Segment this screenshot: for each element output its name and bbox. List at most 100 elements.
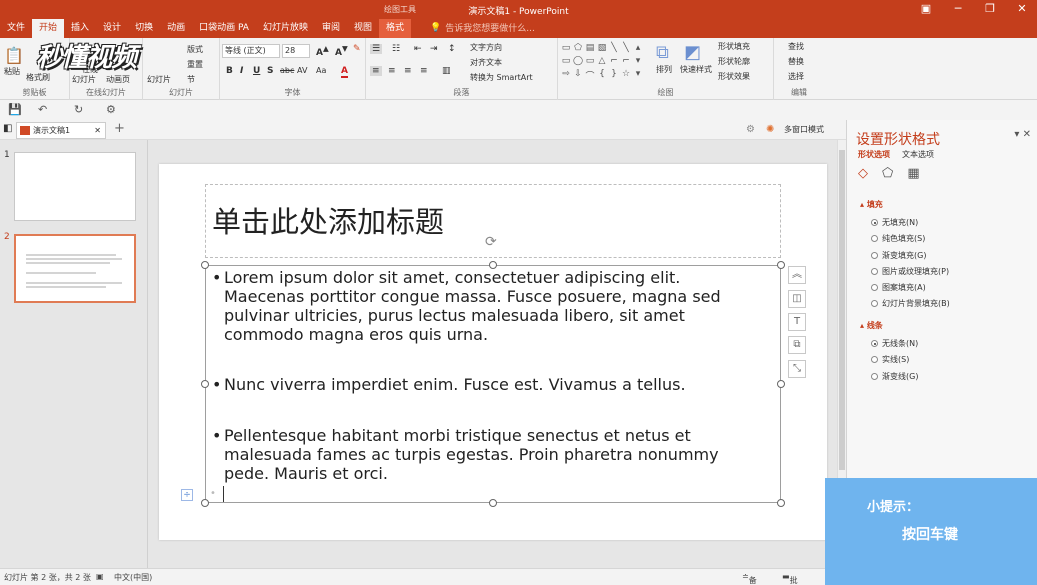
new-tab-icon[interactable]: + [114,121,125,136]
fill-line-icon[interactable]: ◇ [858,166,868,181]
autofit-icon[interactable]: ÷ [181,489,193,501]
char-spacing-icon[interactable]: AV [297,66,307,75]
tab-format[interactable]: 格式 [379,19,412,38]
bold-icon[interactable]: B [226,66,233,76]
save-icon[interactable]: 💾 [8,103,22,116]
tab-review[interactable]: 审阅 [315,19,347,38]
pane-icon[interactable]: ◧ [3,123,12,134]
tab-design[interactable]: 设计 [96,19,128,38]
align-center-icon[interactable]: ≡ [388,66,396,76]
align-right-icon[interactable]: ≡ [404,66,412,76]
redo-icon[interactable]: ↻ [74,103,83,116]
convert-smartart-button[interactable]: 转换为 SmartArt [470,72,533,83]
pane-options-icon[interactable]: ▾ [1014,129,1019,140]
shape-effects-button[interactable]: 形状效果 [718,71,750,82]
animation-page-button[interactable]: 动画页 [106,74,130,85]
reset-button[interactable]: 重置 [187,59,203,70]
find-button[interactable]: 查找 [788,41,804,52]
slide-thumbnail-1[interactable] [14,152,136,221]
clear-format-icon[interactable]: ✎ [353,44,361,54]
spellcheck-icon[interactable]: ▣ [96,572,104,581]
radio-no-fill[interactable]: 无填充(N) [871,217,918,228]
shapes-gallery[interactable]: ▭ ⬠ ▤ ▧ ╲ ╲ ▴ ▭ ◯ ▭ △ ⌐ ⌐ ▾ ⇨ ⇩ ⌒{} ☆ ▾ [560,43,644,83]
select-button[interactable]: 选择 [788,71,804,82]
resize-handle[interactable] [201,261,209,269]
underline-icon[interactable]: U [253,66,260,76]
rotate-handle-icon[interactable]: ⟳ [485,234,497,250]
change-case-icon[interactable]: Aa [316,66,326,75]
pane-close-icon[interactable]: ✕ [1023,129,1031,140]
duplicate-icon[interactable]: ⧉ [788,336,806,354]
justify-icon[interactable]: ≡ [420,66,428,76]
layout-options-icon[interactable]: ◫ [788,290,806,308]
paste-icon[interactable]: 📋 [4,46,24,65]
new-slide-button[interactable]: 幻灯片 [147,74,171,85]
resize-handle[interactable] [489,261,497,269]
arrange-button[interactable]: 排列 [656,64,672,75]
size-properties-icon[interactable]: ▦ [907,166,919,181]
radio-pattern-fill[interactable]: 图案填充(A) [871,282,926,293]
customize-icon[interactable]: ⚙ [106,103,116,116]
arrange-icon[interactable]: ⧉ [656,42,669,63]
tab-home[interactable]: 开始 [32,19,65,38]
line-spacing-icon[interactable]: ↕ [448,44,456,54]
section-button[interactable]: 节 [187,74,195,85]
bullets-icon[interactable]: ☰ [370,44,383,54]
effects-icon[interactable]: ⬠ [882,166,893,181]
language-indicator[interactable]: 中文(中国) [114,572,152,583]
resize-handle[interactable] [201,380,209,388]
undo-icon[interactable]: ↶ [38,103,47,116]
tell-me-search[interactable]: 💡 告诉我您想要做什么... [430,21,535,35]
tab-text-options[interactable]: 文本选项 [902,149,934,160]
comments-button[interactable]: ▬ 批注 [782,572,798,585]
resize-handle[interactable] [777,380,785,388]
radio-gradient-line[interactable]: 渐变线(G) [871,371,918,382]
paste-button[interactable]: 粘贴 [4,66,20,77]
bullet-item-2[interactable]: • Nunc viverra imperdiet enim. Fusce est… [212,375,754,394]
fill-section-header[interactable]: ▴ 填充 [860,199,883,210]
strikethrough-icon[interactable]: abc [280,66,294,75]
resize-handle[interactable] [201,499,209,507]
decrease-indent-icon[interactable]: ⇤ [414,44,422,54]
increase-indent-icon[interactable]: ⇥ [430,44,438,54]
slide-title[interactable]: 单击此处添加标题 [212,199,444,241]
radio-no-line[interactable]: 无线条(N) [871,338,918,349]
gear-icon[interactable]: ✺ [766,124,774,135]
resize-handle[interactable] [777,499,785,507]
radio-background-fill[interactable]: 幻灯片背景填充(B) [871,298,950,309]
radio-solid-line[interactable]: 实线(S) [871,354,909,365]
shrink-font-icon[interactable]: A▼ [335,44,348,58]
shadow-icon[interactable]: S [267,66,273,76]
quick-styles-button[interactable]: 快速样式 [680,64,712,75]
align-left-icon[interactable]: ≡ [370,66,382,76]
columns-icon[interactable]: ▥ [442,66,451,76]
align-text-button[interactable]: 对齐文本 [470,57,502,68]
scroll-thumb[interactable] [839,150,845,470]
tab-shape-options[interactable]: 形状选项 [858,149,890,160]
italic-icon[interactable]: I [240,66,243,76]
restore-button[interactable]: ❐ [981,2,999,15]
ribbon-display-icon[interactable]: ▣ [917,2,935,15]
radio-solid-fill[interactable]: 纯色填充(S) [871,233,925,244]
quick-styles-icon[interactable]: ◩ [684,42,701,63]
radio-picture-fill[interactable]: 图片或纹理填充(P) [871,266,949,277]
tab-pocket-animation[interactable]: 口袋动画 PA [192,19,256,38]
tab-slideshow[interactable]: 幻灯片放映 [256,19,315,38]
tab-insert[interactable]: 插入 [64,19,96,38]
shape-fill-button[interactable]: 形状填充 [718,41,750,52]
online-slides-button[interactable]: 幻灯片 [72,74,96,85]
replace-button[interactable]: 替换 [788,56,804,67]
resize-handle[interactable] [489,499,497,507]
font-name-select[interactable]: 等线 (正文) [222,44,280,58]
tab-file[interactable]: 文件 [0,19,32,38]
minimize-button[interactable]: ─ [949,2,967,15]
collapse-icon[interactable]: ︽ [788,266,806,284]
slide-thumbnail-2[interactable] [14,234,136,303]
shape-outline-button[interactable]: 形状轮廓 [718,56,750,67]
bullet-text[interactable]: Nunc viverra imperdiet enim. Fusce est. … [224,375,686,394]
notes-button[interactable]: ≐ 备注 [742,572,757,585]
content-placeholder[interactable]: • Lorem ipsum dolor sit amet, consectetu… [205,265,781,503]
font-color-icon[interactable]: A [341,66,348,78]
text-box-icon[interactable]: T [788,313,806,331]
layout-button[interactable]: 版式 [187,44,203,55]
